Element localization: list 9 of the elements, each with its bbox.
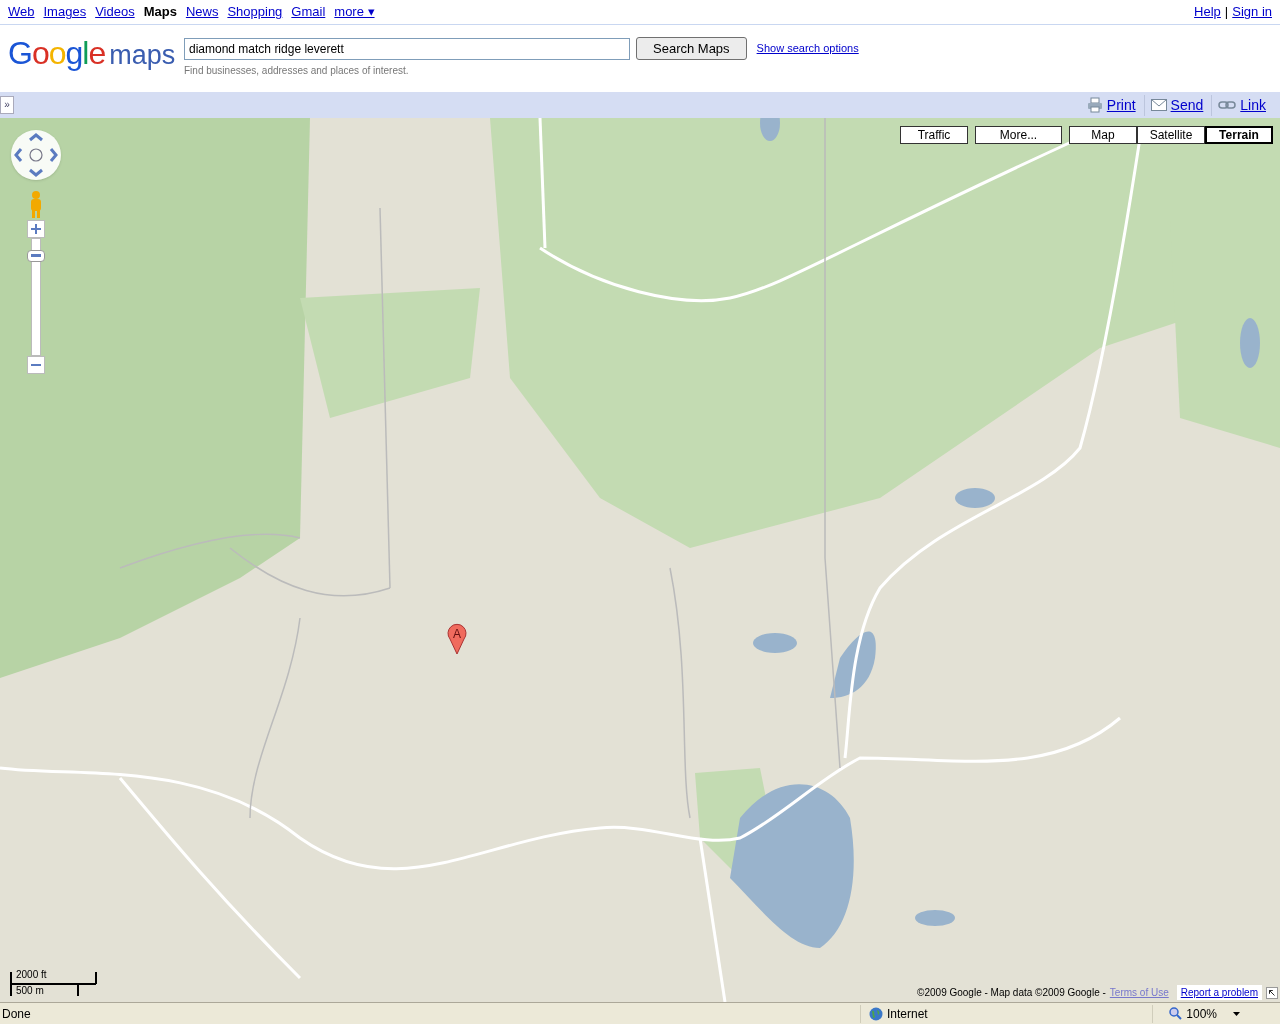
maps-logo-text: maps xyxy=(109,42,176,69)
google-logo: Google xyxy=(8,37,106,69)
separator: | xyxy=(1224,3,1229,22)
scale-imperial: 2000 ft xyxy=(16,970,47,980)
status-text: Done xyxy=(1,1005,32,1023)
search-hint: Find businesses, addresses and places of interest. xyxy=(184,64,410,78)
scale-metric: 500 m xyxy=(16,986,44,996)
security-zone: Internet xyxy=(887,1005,928,1023)
copyright-text: ©2009 Google - Map data ©2009 Google - xyxy=(917,986,1106,1000)
